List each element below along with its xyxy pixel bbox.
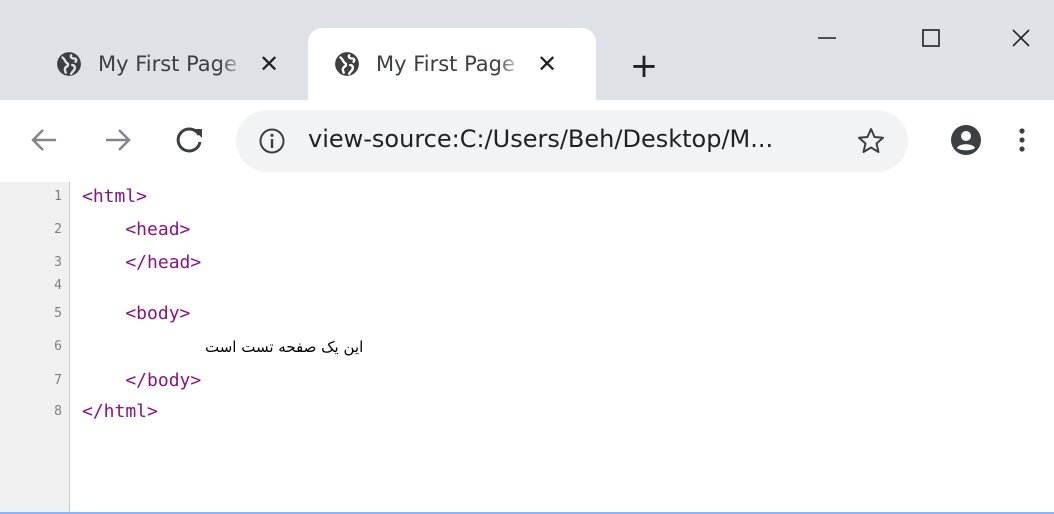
tab-title: My First Page: [376, 52, 515, 76]
line-number: 1: [54, 189, 62, 204]
body-text: این یک صفحه تست است: [205, 338, 364, 356]
source-line: 2 <head>: [0, 219, 1054, 241]
tab-close-icon[interactable]: ✕: [534, 51, 560, 77]
maximize-button[interactable]: [904, 16, 958, 60]
source-line: 6 این یک صفحه تست است: [0, 336, 1054, 358]
tab-title: My First Page: [98, 52, 237, 76]
source-view: 1 <html> 2 <head> 3 </head> 4 5 <body> 6…: [0, 182, 1054, 512]
source-code: </html>: [82, 401, 158, 422]
close-icon: [1012, 29, 1030, 47]
tab-strip: My First Page ✕ My First Page ✕ +: [0, 0, 1054, 100]
tab-inactive[interactable]: My First Page ✕: [38, 28, 296, 100]
browser-window: My First Page ✕ My First Page ✕ + view-s…: [0, 0, 1054, 514]
maximize-icon: [922, 29, 940, 47]
star-icon[interactable]: [856, 126, 886, 156]
menu-button[interactable]: [1002, 120, 1042, 160]
tab-active[interactable]: My First Page ✕: [308, 28, 596, 100]
source-code: <html>: [82, 186, 148, 207]
source-line: 1 <html>: [0, 186, 1054, 208]
globe-icon: [57, 52, 81, 76]
line-number: 3: [54, 255, 62, 270]
toolbar: view-source:C:/Users/Beh/Desktop/M...: [0, 100, 1054, 182]
url-text[interactable]: view-source:C:/Users/Beh/Desktop/M...: [308, 125, 773, 153]
source-code: </body>: [82, 370, 202, 391]
address-bar[interactable]: view-source:C:/Users/Beh/Desktop/M...: [236, 110, 908, 172]
minimize-icon: [818, 37, 836, 39]
forward-arrow-icon: [106, 129, 131, 151]
new-tab-button[interactable]: +: [624, 46, 664, 86]
reload-button[interactable]: [170, 120, 210, 160]
reload-icon: [176, 127, 202, 153]
line-number: 7: [54, 373, 62, 388]
tab-close-icon[interactable]: ✕: [256, 51, 282, 77]
line-number: 5: [54, 306, 62, 321]
minimize-button[interactable]: [800, 16, 854, 60]
source-line: 4: [0, 275, 1054, 297]
forward-button[interactable]: [98, 120, 138, 160]
source-code: </head>: [82, 252, 202, 273]
source-line: 8 </html>: [0, 401, 1054, 423]
back-arrow-icon: [31, 129, 56, 151]
source-line: 5 <body>: [0, 303, 1054, 325]
line-number: 4: [54, 278, 62, 293]
account-button[interactable]: [946, 120, 986, 160]
source-line: 7 </body>: [0, 370, 1054, 392]
back-button[interactable]: [24, 120, 64, 160]
kebab-menu-icon: [1019, 128, 1025, 152]
globe-icon: [335, 52, 359, 76]
close-window-button[interactable]: [994, 16, 1048, 60]
source-code: <head>: [82, 219, 191, 240]
line-number: 8: [54, 404, 62, 419]
account-icon: [951, 125, 981, 155]
line-number: 6: [54, 339, 62, 354]
source-code: <body>: [82, 303, 191, 324]
source-line: 3 </head>: [0, 252, 1054, 274]
line-number: 2: [54, 222, 62, 237]
info-icon[interactable]: [258, 127, 286, 155]
